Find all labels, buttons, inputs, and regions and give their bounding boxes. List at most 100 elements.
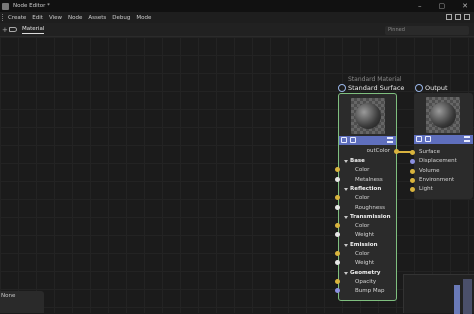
input-label: Roughness — [355, 204, 386, 211]
input-port[interactable] — [335, 251, 340, 256]
panel-left-icon[interactable] — [446, 14, 452, 20]
input-port[interactable] — [410, 150, 415, 155]
input-label: Color — [355, 167, 370, 174]
input-port[interactable] — [410, 168, 415, 174]
add-tab-icon[interactable]: + — [2, 26, 8, 34]
output-title: Output — [425, 84, 448, 92]
menu-icon[interactable] — [387, 137, 393, 143]
maximize-icon[interactable]: ▢ — [439, 2, 446, 10]
output-icon — [415, 84, 423, 92]
image-icon[interactable] — [350, 137, 356, 143]
menu-debug[interactable]: Debug — [112, 15, 130, 21]
input-row: Opacity — [339, 278, 396, 287]
input-label: Weight — [355, 260, 375, 267]
menu-node[interactable]: Node — [68, 15, 82, 21]
input-row: Color — [339, 250, 396, 259]
input-label: Displacement — [419, 158, 457, 165]
group-header[interactable]: Geometry — [339, 269, 396, 278]
output-input-row: Surface — [414, 148, 473, 157]
output-input-row: Light — [414, 185, 473, 194]
menu-assets[interactable]: Assets — [88, 15, 106, 21]
app-icon — [2, 2, 9, 10]
preview-settings-icon[interactable] — [341, 137, 347, 143]
expand-triangle-icon[interactable] — [344, 160, 348, 163]
input-row: Weight — [339, 231, 396, 240]
window-controls: – ▢ ✕ — [418, 0, 468, 12]
node-toolbar — [414, 135, 473, 144]
input-port[interactable] — [410, 177, 415, 183]
preview-settings-icon[interactable] — [416, 136, 422, 142]
output-preview — [426, 97, 460, 133]
group-header[interactable]: Reflection — [339, 185, 396, 194]
expand-triangle-icon[interactable] — [344, 243, 348, 247]
menu-create[interactable]: Create — [8, 15, 26, 21]
group-label: Transmission — [350, 213, 391, 220]
minimize-icon[interactable]: – — [418, 2, 422, 10]
input-label: Surface — [419, 149, 440, 155]
node-canvas[interactable] — [0, 37, 474, 313]
group-label: Geometry — [350, 269, 381, 276]
output-header[interactable]: Output — [415, 84, 448, 92]
input-row: Weight — [339, 259, 396, 268]
group-header[interactable]: Transmission — [339, 213, 396, 222]
group-label: Reflection — [350, 185, 382, 192]
tab-material[interactable]: Material — [22, 26, 45, 34]
out-color-row: outColor — [339, 147, 396, 156]
expand-triangle-icon[interactable] — [344, 215, 348, 219]
standard-surface-header[interactable]: Standard Surface — [338, 84, 404, 92]
input-row: Roughness — [339, 204, 396, 213]
tag-icon[interactable] — [9, 27, 17, 32]
input-row: Color — [339, 166, 396, 175]
pinned-field[interactable]: Pinned — [385, 26, 469, 35]
menu-bar: Create Edit View Node Assets Debug Mode — [0, 12, 474, 23]
group-header[interactable]: Emission — [339, 241, 396, 250]
title-bar: Node Editor * – ▢ ✕ — [0, 0, 474, 12]
group-label: Emission — [350, 241, 378, 248]
output-input-row: Displacement — [414, 157, 473, 166]
bottom-panel-label: None — [1, 293, 16, 299]
preview-sphere — [430, 102, 456, 128]
input-label: Color — [355, 251, 370, 257]
panel-split-icon[interactable] — [455, 14, 461, 20]
input-port[interactable] — [335, 176, 340, 182]
menu-view[interactable]: View — [49, 15, 62, 21]
group-header[interactable]: Base — [339, 157, 396, 166]
out-color-label: outColor — [366, 148, 390, 154]
output-node[interactable]: Surface Displacement Volume Environment Ligh… — [414, 93, 473, 199]
input-row: Color — [339, 222, 396, 231]
image-icon[interactable] — [425, 136, 431, 142]
input-port[interactable] — [335, 278, 340, 284]
minimap-viewport[interactable] — [463, 279, 472, 314]
node-group-caption: Standard Material — [348, 76, 402, 83]
standard-surface-title: Standard Surface — [348, 84, 405, 92]
input-row: Color — [339, 194, 396, 203]
material-preview — [351, 98, 385, 134]
input-label: Bump Map — [355, 288, 385, 295]
preview-sphere — [355, 103, 381, 129]
node-toolbar — [339, 136, 396, 145]
standard-surface-node[interactable]: outColor Base Color Metalness Reflection Col… — [338, 93, 397, 301]
input-label: Color — [355, 195, 370, 202]
input-port[interactable] — [335, 204, 340, 210]
expand-triangle-icon[interactable] — [344, 187, 348, 191]
window-title: Node Editor * — [13, 3, 50, 9]
minimap-node — [454, 285, 460, 314]
bottom-panel[interactable]: None — [0, 291, 44, 313]
input-row: Metalness — [339, 176, 396, 185]
panel-right-icon[interactable] — [464, 14, 470, 20]
output-input-row: Volume — [414, 167, 473, 176]
input-label: Color — [355, 223, 370, 230]
expand-triangle-icon[interactable] — [344, 271, 348, 275]
input-label: Light — [419, 186, 433, 193]
input-label: Metalness — [355, 176, 383, 183]
menu-grip-icon — [2, 14, 4, 21]
input-label: Volume — [419, 167, 440, 174]
input-row: Bump Map — [339, 287, 396, 296]
close-icon[interactable]: ✕ — [462, 2, 468, 10]
menu-mode[interactable]: Mode — [136, 15, 151, 21]
minimap[interactable] — [403, 274, 474, 314]
layout-icons — [446, 14, 470, 20]
menu-edit[interactable]: Edit — [32, 15, 43, 21]
group-label: Base — [350, 158, 365, 164]
menu-icon[interactable] — [464, 136, 470, 142]
